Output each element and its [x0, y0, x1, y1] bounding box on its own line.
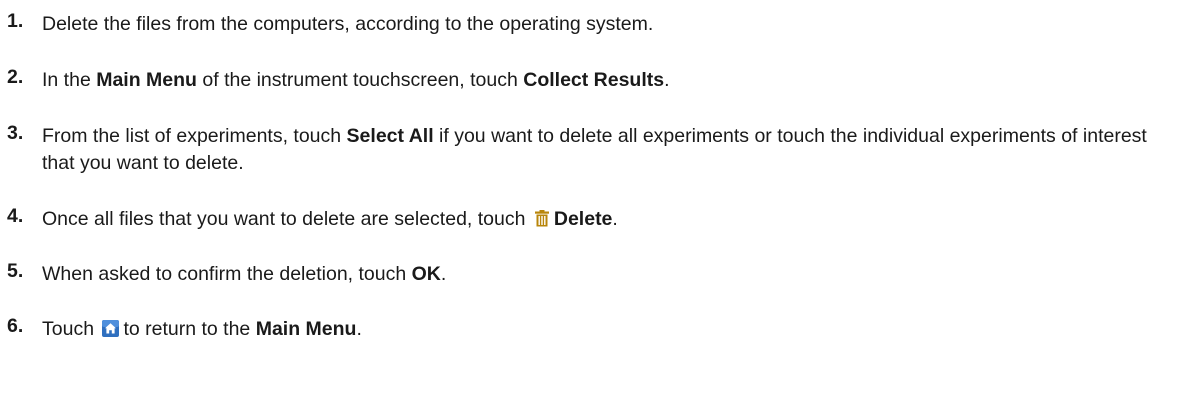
step-text: Touch to return to the Main Menu. — [42, 318, 362, 340]
step-1: 1. Delete the files from the computers, … — [0, 10, 1183, 38]
step-3: 3. From the list of experiments, touch S… — [0, 122, 1183, 177]
step-number: 3. — [7, 122, 24, 144]
ui-term-select-all: Select All — [346, 125, 434, 147]
step-number: 4. — [7, 205, 24, 227]
trash-icon — [534, 210, 549, 227]
step-6: 6. Touch to return to the Main Menu. — [0, 315, 1183, 343]
step-number: 1. — [7, 10, 24, 32]
home-icon — [102, 320, 120, 337]
step-text: From the list of experiments, touch Sele… — [42, 125, 1147, 174]
step-text: When asked to confirm the deletion, touc… — [42, 263, 447, 285]
ui-term-main-menu: Main Menu — [255, 318, 357, 340]
ui-term-main-menu: Main Menu — [96, 69, 197, 91]
step-number: 2. — [7, 66, 24, 88]
ui-term-ok: OK — [411, 263, 441, 285]
step-4: 4. Once all files that you want to delet… — [0, 205, 1183, 233]
step-number: 5. — [7, 260, 24, 282]
ui-term-delete: Delete — [553, 208, 613, 230]
step-5: 5. When asked to confirm the deletion, t… — [0, 260, 1183, 288]
step-2: 2. In the Main Menu of the instrument to… — [0, 66, 1183, 94]
step-text: In the Main Menu of the instrument touch… — [42, 69, 670, 91]
step-number: 6. — [7, 315, 24, 337]
step-text: Delete the files from the computers, acc… — [42, 13, 654, 35]
ui-term-collect-results: Collect Results — [523, 69, 665, 91]
step-text: Once all files that you want to delete a… — [42, 208, 618, 230]
